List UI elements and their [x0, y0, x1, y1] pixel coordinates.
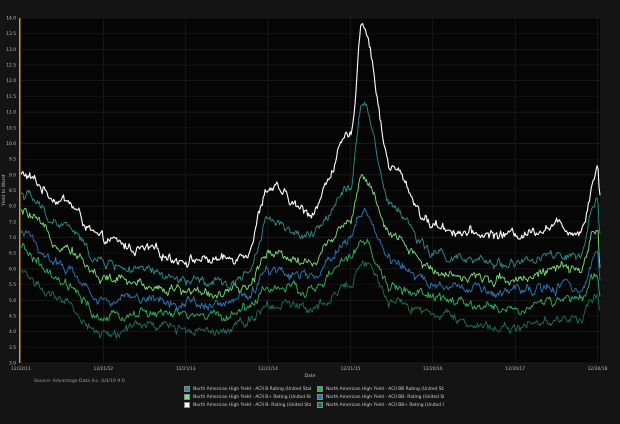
source-note: Source: Advantage Data Inc. 4/4/19 9:0: [34, 379, 125, 384]
legend-item: North American High Yield - ACII B- Rati…: [184, 402, 311, 408]
y-tick-label: 5.5: [9, 282, 16, 288]
legend-swatch: [184, 394, 190, 400]
y-tick-label: 8.0: [9, 204, 16, 210]
y-tick-label: 13.0: [6, 47, 16, 53]
y-tick-label: 4.5: [9, 313, 16, 319]
y-axis-title: Yield to Worst: [1, 174, 7, 207]
legend-item: North American High Yield - ACII BB- Rat…: [317, 394, 444, 400]
legend-label: North American High Yield - ACII B- Rati…: [193, 402, 311, 408]
x-tick-label: 12/20/17: [505, 366, 525, 372]
legend-swatch: [317, 394, 323, 400]
x-axis-title: Date: [305, 373, 316, 379]
legend-swatch: [317, 386, 323, 392]
y-tick-label: 7.5: [9, 219, 16, 225]
y-tick-label: 5.0: [9, 298, 16, 304]
x-tick-label: 12/21/13: [176, 366, 196, 372]
x-tick-label: 12/20/18: [588, 366, 608, 372]
y-tick-label: 8.5: [9, 188, 16, 194]
x-tick-label: 12/21/15: [341, 366, 361, 372]
y-tick-label: 6.5: [9, 251, 16, 257]
legend-label: North American High Yield - ACII BB Rati…: [326, 386, 444, 392]
y-tick-label: 7.0: [9, 235, 16, 241]
left-axis-highlight: [19, 18, 21, 363]
legend-label: North American High Yield - ACII B Ratin…: [193, 386, 311, 392]
legend-item: North American High Yield - ACII B Ratin…: [184, 386, 311, 392]
legend-swatch: [184, 402, 190, 408]
x-tick-label: 12/22/11: [11, 366, 31, 372]
legend-label: North American High Yield - ACII BB- Rat…: [326, 394, 444, 400]
legend-swatch: [184, 386, 190, 392]
y-tick-label: 12.5: [6, 63, 16, 69]
y-tick-label: 3.5: [9, 345, 16, 351]
y-tick-label: 6.0: [9, 266, 16, 272]
legend-label: North American High Yield - ACII B+ Rati…: [193, 394, 311, 400]
x-axis: 12/22/11 12/21/12 12/21/13 12/21/14 12/21/15…: [11, 366, 607, 372]
y-tick-label: 11.5: [6, 94, 16, 100]
legend: North American High Yield - ACII B Ratin…: [184, 386, 444, 408]
y-tick-label: 10.5: [6, 125, 16, 131]
x-tick-label: 12/20/16: [423, 366, 443, 372]
chart: 3.0 3.5 4.0 4.5 5.0 5.5 6.0 6.5 7.0 7.5 8.0 8.5 9.0 9…: [0, 0, 620, 420]
y-tick-label: 10.0: [6, 141, 16, 147]
legend-item: North American High Yield - ACII BB Rati…: [317, 386, 444, 392]
y-tick-label: 14.0: [6, 16, 16, 22]
x-tick-label: 12/21/14: [258, 366, 278, 372]
legend-swatch: [317, 402, 323, 408]
legend-label: North American High Yield - ACII BB+ Rat…: [326, 402, 444, 408]
y-tick-label: 9.5: [9, 157, 16, 163]
y-axis: 3.0 3.5 4.0 4.5 5.0 5.5 6.0 6.5 7.0 7.5 8.0 8.5 9.0 9…: [6, 16, 16, 367]
legend-item: North American High Yield - ACII B+ Rati…: [184, 394, 311, 400]
y-tick-label: 13.5: [6, 31, 16, 37]
y-tick-label: 4.0: [9, 329, 16, 335]
legend-item: North American High Yield - ACII BB+ Rat…: [317, 402, 444, 408]
line-chart: 3.0 3.5 4.0 4.5 5.0 5.5 6.0 6.5 7.0 7.5 8.0 8.5 9.0 9…: [1, 16, 608, 380]
y-tick-label: 9.0: [9, 172, 16, 178]
x-tick-label: 12/21/12: [93, 366, 113, 372]
y-tick-label: 11.0: [6, 110, 16, 116]
y-tick-label: 3.0: [9, 361, 16, 367]
y-tick-label: 12.0: [6, 78, 16, 84]
